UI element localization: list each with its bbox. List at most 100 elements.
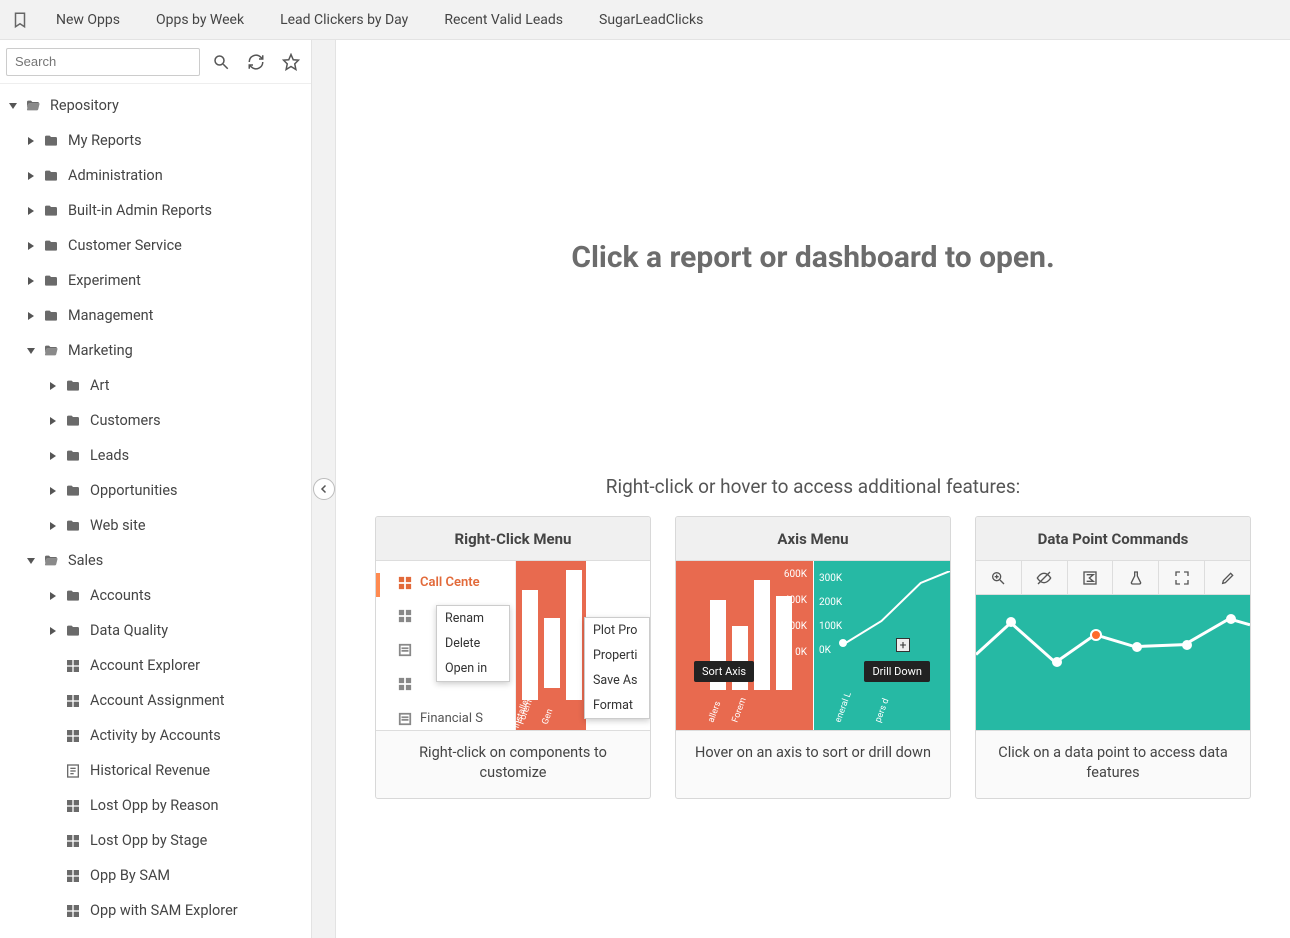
tree-node-label: My Reports xyxy=(62,132,142,149)
chevron-right-icon[interactable] xyxy=(44,381,62,391)
tree-node-label: Repository xyxy=(44,97,119,114)
tree-node[interactable]: My Reports xyxy=(0,123,311,158)
chevron-right-icon[interactable] xyxy=(22,206,40,216)
dashboard-icon xyxy=(62,693,84,709)
chevron-right-icon[interactable] xyxy=(22,311,40,321)
card-thumbnail: 600K 400K 200K 0K 300K 200K 100K 0K ⇅ + … xyxy=(676,561,950,731)
sidebar-splitter[interactable] xyxy=(312,40,336,938)
star-icon[interactable] xyxy=(276,47,305,77)
chevron-right-icon[interactable] xyxy=(44,591,62,601)
hero-title: Click a report or dashboard to open. xyxy=(366,240,1260,275)
refresh-icon[interactable] xyxy=(241,47,270,77)
topbar-tab[interactable]: Recent Valid Leads xyxy=(426,0,581,40)
tree-node[interactable]: Management xyxy=(0,298,311,333)
collapse-sidebar-icon[interactable] xyxy=(313,478,335,500)
folder-icon xyxy=(40,273,62,289)
topbar-tab[interactable]: Opps by Week xyxy=(138,0,262,40)
tree-node-label: Lost Opp by Reason xyxy=(84,797,219,814)
tree-node[interactable]: Opp By SAM xyxy=(0,858,311,893)
chevron-right-icon[interactable] xyxy=(44,486,62,496)
tree-node-label: Account Assignment xyxy=(84,692,225,709)
tree-node[interactable]: Sales xyxy=(0,543,311,578)
tree-node[interactable]: Accounts xyxy=(0,578,311,613)
dashboard-icon xyxy=(62,868,84,884)
folder-icon xyxy=(62,623,84,639)
tree-node[interactable]: Repository xyxy=(0,88,311,123)
tree-node[interactable]: Account Explorer xyxy=(0,648,311,683)
card-description: Hover on an axis to sort or drill down xyxy=(676,731,950,779)
folder-icon xyxy=(62,448,84,464)
card-description: Click on a data point to access data fea… xyxy=(976,731,1250,798)
tree-node-label: Marketing xyxy=(62,342,133,359)
folder-icon xyxy=(62,483,84,499)
folder-icon xyxy=(40,308,62,324)
sigma-icon xyxy=(1068,561,1114,594)
chevron-right-icon[interactable] xyxy=(22,136,40,146)
chevron-right-icon[interactable] xyxy=(44,521,62,531)
repository-tree[interactable]: Repository My Reports Administration Built-… xyxy=(0,84,311,938)
tree-node[interactable]: Web site xyxy=(0,508,311,543)
chevron-right-icon[interactable] xyxy=(44,626,62,636)
topbar-tab[interactable]: SugarLeadClicks xyxy=(581,0,721,40)
card-title: Right-Click Menu xyxy=(376,517,650,561)
dashboard-icon xyxy=(62,903,84,919)
chevron-right-icon[interactable] xyxy=(44,451,62,461)
tree-node-label: Lost Opp by Stage xyxy=(84,832,207,849)
tree-node-label: Opp with SAM Explorer xyxy=(84,902,238,919)
chevron-right-icon[interactable] xyxy=(22,241,40,251)
tree-node[interactable]: Historical Revenue xyxy=(0,753,311,788)
bookmark-icon[interactable] xyxy=(8,11,32,29)
tree-node[interactable]: Leads xyxy=(0,438,311,473)
main-area: Repository My Reports Administration Built-… xyxy=(0,40,1290,938)
zoom-icon xyxy=(976,561,1022,594)
tree-node[interactable]: Art xyxy=(0,368,311,403)
topbar-tab[interactable]: New Opps xyxy=(38,0,138,40)
tree-node-label: Administration xyxy=(62,167,163,184)
card-axis-menu: Axis Menu 600K 400K 200K 0K 300K 200K 10… xyxy=(675,516,951,799)
tree-node[interactable]: Lost Opp by Stage xyxy=(0,823,311,858)
dashboard-icon xyxy=(62,728,84,744)
flask-icon xyxy=(1113,561,1159,594)
card-data-point-commands: Data Point Commands xyxy=(975,516,1251,799)
chevron-down-icon[interactable] xyxy=(4,101,22,111)
tree-node[interactable]: Activity by Accounts xyxy=(0,718,311,753)
tree-node[interactable]: Opp with SAM Explorer xyxy=(0,893,311,928)
report-icon xyxy=(62,763,84,779)
folder-icon xyxy=(40,133,62,149)
folder-icon xyxy=(40,168,62,184)
tree-node[interactable]: Marketing xyxy=(0,333,311,368)
tree-node[interactable]: Account Assignment xyxy=(0,683,311,718)
chevron-right-icon[interactable] xyxy=(44,416,62,426)
card-title: Axis Menu xyxy=(676,517,950,561)
top-bar: New OppsOpps by WeekLead Clickers by Day… xyxy=(0,0,1290,40)
sidebar-toolbar xyxy=(0,40,311,84)
tree-node-label: Built-in Admin Reports xyxy=(62,202,212,219)
search-icon[interactable] xyxy=(206,47,235,77)
tree-node[interactable]: Customer Service xyxy=(0,228,311,263)
features-subtitle: Right-click or hover to access additiona… xyxy=(366,475,1260,498)
search-input[interactable] xyxy=(6,48,200,76)
tree-node[interactable]: Data Quality xyxy=(0,613,311,648)
folder-open-icon xyxy=(22,98,44,114)
tree-node[interactable]: Lost Opp by Reason xyxy=(0,788,311,823)
chevron-down-icon[interactable] xyxy=(22,556,40,566)
tree-node-label: Management xyxy=(62,307,153,324)
card-right-click-menu: Right-Click Menu Call Cente Financial S … xyxy=(375,516,651,799)
topbar-tab[interactable]: Lead Clickers by Day xyxy=(262,0,426,40)
chevron-down-icon[interactable] xyxy=(22,346,40,356)
tree-node-label: Art xyxy=(84,377,109,394)
tree-node-label: Leads xyxy=(84,447,129,464)
card-description: Right-click on components to customize xyxy=(376,731,650,798)
tree-node[interactable]: Built-in Admin Reports xyxy=(0,193,311,228)
chevron-right-icon[interactable] xyxy=(22,276,40,286)
chevron-right-icon[interactable] xyxy=(22,171,40,181)
dashboard-icon xyxy=(62,833,84,849)
tree-node-label: Opp By SAM xyxy=(84,867,170,884)
tree-node[interactable]: Administration xyxy=(0,158,311,193)
folder-icon xyxy=(62,588,84,604)
expand-icon xyxy=(1159,561,1205,594)
tree-node[interactable]: Opportunities xyxy=(0,473,311,508)
tree-node-label: Activity by Accounts xyxy=(84,727,221,744)
tree-node[interactable]: Customers xyxy=(0,403,311,438)
tree-node[interactable]: Experiment xyxy=(0,263,311,298)
